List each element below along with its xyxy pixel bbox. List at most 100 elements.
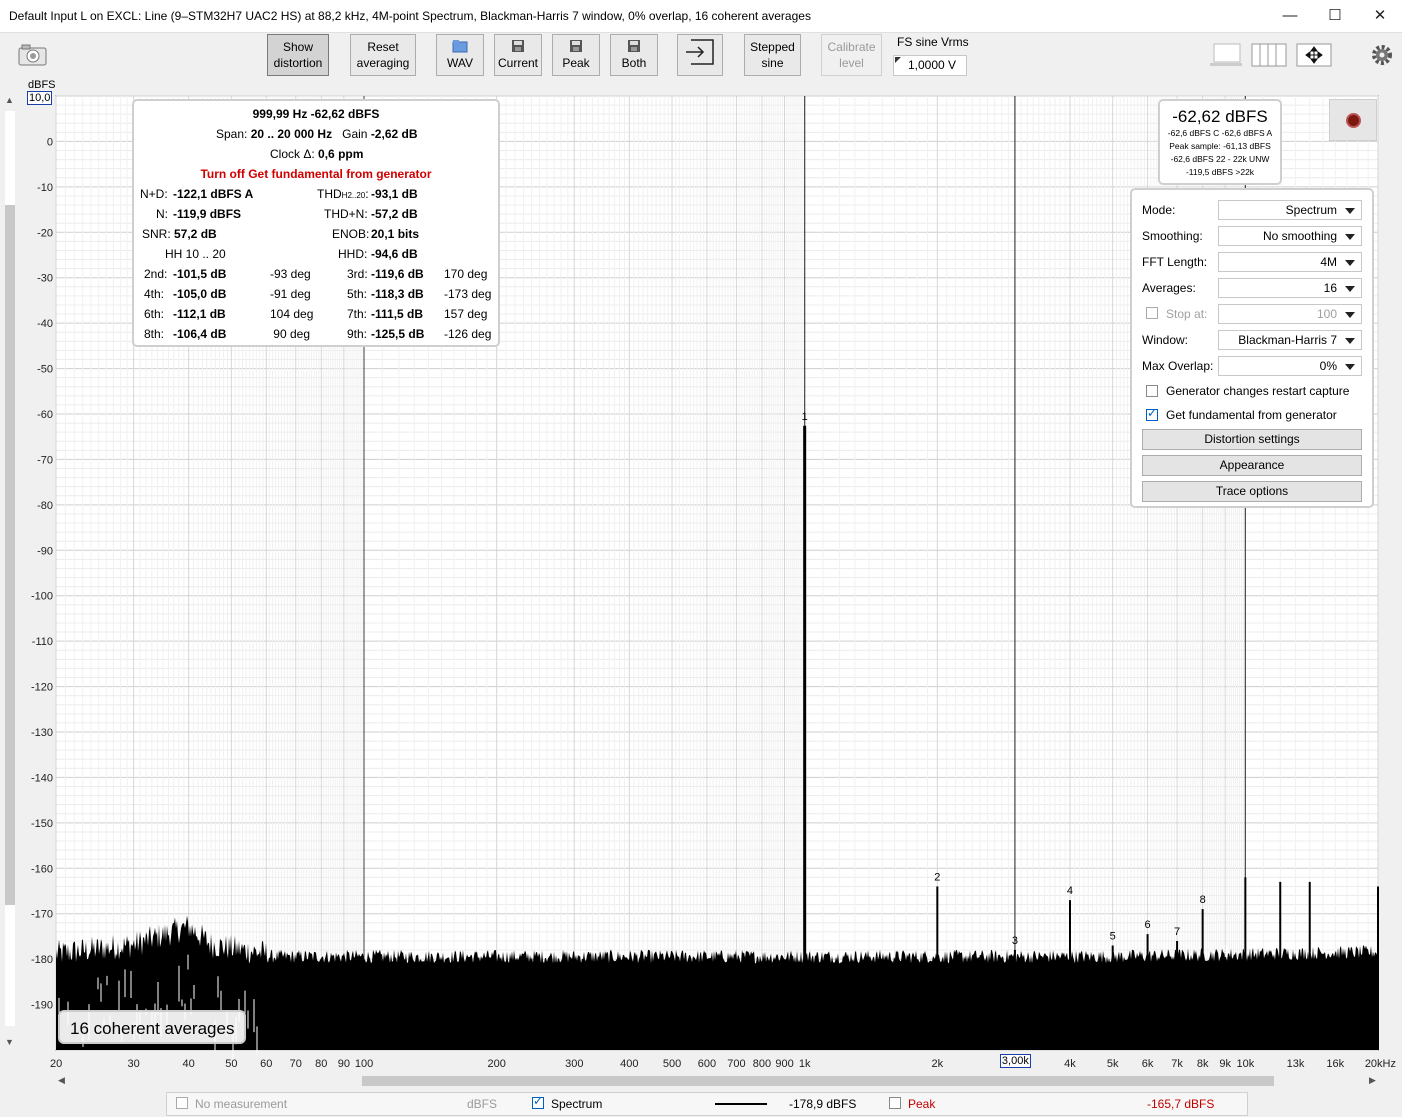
peak-label: 9 [1222,944,1228,956]
peak-label: 3 [1012,935,1018,947]
hscroll-thumb[interactable] [362,1076,1274,1086]
snr-label: SNR: [142,227,171,241]
scroll-down-icon[interactable]: ▼ [5,1037,14,1047]
peak-checkbox[interactable] [889,1097,901,1109]
harmonic-label: 4th: [144,287,165,301]
distortion-panel: 999,99 Hz -62,62 dBFS Span: 20 .. 20 000… [132,99,500,347]
mode-label: Mode: [1142,203,1176,217]
scroll-right-icon[interactable]: ▶ [1369,1075,1376,1086]
horizontal-scrollbar[interactable]: ◀ ▶ [56,1074,1382,1088]
vertical-scrollbar[interactable]: ▲ ▼ [3,95,15,1050]
peak-value: -165,7 dBFS [1147,1097,1215,1111]
window-select[interactable]: Blackman-Harris 7 [1218,330,1362,350]
harmonic-phase: -173 deg [444,287,492,301]
thd-label: THDH2..20: [317,187,369,201]
x-tick-label: 10k [1236,1058,1254,1070]
nd-value: -122,1 dBFS A [173,187,254,201]
x-tick-label: 70 [290,1058,302,1070]
x-tick-label: 90 [338,1058,350,1070]
thdn-label: THD+N: [324,207,368,221]
level-line-2: Peak sample: -61,13 dBFS [1169,141,1271,151]
x-tick-label: 4k [1064,1058,1076,1070]
n-value: -119,9 dBFS [173,207,242,221]
smoothing-select[interactable]: No smoothing [1218,226,1362,246]
cursor-frequency-readout[interactable]: 3,00k [999,1054,1031,1068]
spectrum-label: Spectrum [551,1097,603,1111]
stop-at-checkbox[interactable] [1146,307,1158,319]
y-tick-label: -80 [37,500,53,512]
spectrum-line-swatch [715,1103,767,1105]
x-tick-label: 600 [698,1058,716,1070]
y-tick-label: -110 [32,636,53,648]
scroll-up-icon[interactable]: ▲ [5,95,14,105]
mode-select[interactable]: Spectrum [1218,200,1362,220]
y-tick-label: -40 [37,318,53,330]
span-row: Span: 20 .. 20 000 Hz Gain -2,62 dB [216,127,418,141]
x-tick-label: 5k [1107,1058,1119,1070]
generator-restart-checkbox[interactable] [1146,385,1158,397]
harmonic-level: -125,5 dB [371,327,425,341]
peak-label: 2 [934,871,940,883]
peak-label: 7 [1174,926,1180,938]
y-unit-label: dBFS [28,79,56,91]
y-tick-label: -170 [31,909,53,921]
x-tick-label: 40 [183,1058,195,1070]
x-tick-label: 500 [663,1058,681,1070]
harmonic-phase: 104 deg [270,307,314,321]
trace-options-button[interactable]: Trace options [1142,481,1362,502]
x-tick-label: 1k [799,1058,811,1070]
get-fundamental-label: Get fundamental from generator [1166,408,1337,422]
hhd-value: -94,6 dB [371,247,418,261]
x-tick-label: 700 [727,1058,745,1070]
clock-label: Clock Δ: [270,147,315,161]
y-top-readout[interactable]: 10,0 [27,91,53,105]
x-tick-label: 80 [315,1058,327,1070]
get-fundamental-checkbox[interactable] [1146,406,1158,421]
peak-label: 5 [1110,931,1116,943]
smoothing-label: Smoothing: [1142,229,1203,243]
level-line-4: -119,5 dBFS >22k [1185,167,1255,177]
scroll-thumb[interactable] [5,205,15,905]
x-tick-label: 300 [565,1058,583,1070]
averages-label: Averages: [1142,281,1196,295]
harmonic-level: -101,5 dB [173,267,227,281]
x-tick-label: 13k [1287,1058,1305,1070]
x-tick-label: 200 [487,1058,505,1070]
span-value: 20 .. 20 000 Hz [250,127,333,141]
fft-length-select[interactable]: 4M [1218,252,1362,272]
no-measurement-checkbox[interactable] [176,1097,188,1109]
stop-at-spinner[interactable]: 100 [1218,304,1362,324]
record-button[interactable] [1329,99,1377,141]
harmonic-label: 7th: [347,307,368,321]
spectrum-checkbox[interactable] [532,1094,544,1109]
harmonic-phase: 170 deg [444,267,488,281]
harmonic-level: -111,5 dB [371,307,424,321]
clock-row: Clock Δ: 0,6 ppm [270,147,363,161]
x-tick-label: 20kHz [1365,1058,1396,1070]
level-line-3: -62,6 dBFS 22 - 22k UNW [1170,154,1270,164]
y-tick-label: -180 [31,954,53,966]
gain-value: -2,62 dB [370,127,418,141]
x-tick-label: 8k [1197,1058,1209,1070]
y-tick-label: -10 [37,182,53,194]
y-tick-label: -190 [31,1000,53,1012]
harmonic-phase: 157 deg [444,307,488,321]
gain-label: Gain [342,127,368,141]
x-tick-label: 16k [1326,1058,1344,1070]
peak-label: 4 [1067,885,1073,897]
scroll-left-icon[interactable]: ◀ [58,1075,65,1086]
y-tick-label: -150 [31,818,53,830]
thd-sub: H2..20 [341,191,366,200]
x-tick-label: 2k [932,1058,944,1070]
distortion-settings-button[interactable]: Distortion settings [1142,429,1362,450]
averages-select[interactable]: 16 [1218,278,1362,298]
snr-value: 57,2 dB [174,227,217,241]
max-overlap-select[interactable]: 0% [1218,356,1362,376]
no-measurement-label: No measurement [195,1097,288,1111]
no-measurement-unit: dBFS [467,1097,498,1111]
span-label: Span: [216,127,248,141]
max-overlap-label: Max Overlap: [1142,359,1214,373]
appearance-button[interactable]: Appearance [1142,455,1362,476]
y-tick-label: -140 [31,772,53,784]
thdn-value: -57,2 dB [371,207,418,221]
